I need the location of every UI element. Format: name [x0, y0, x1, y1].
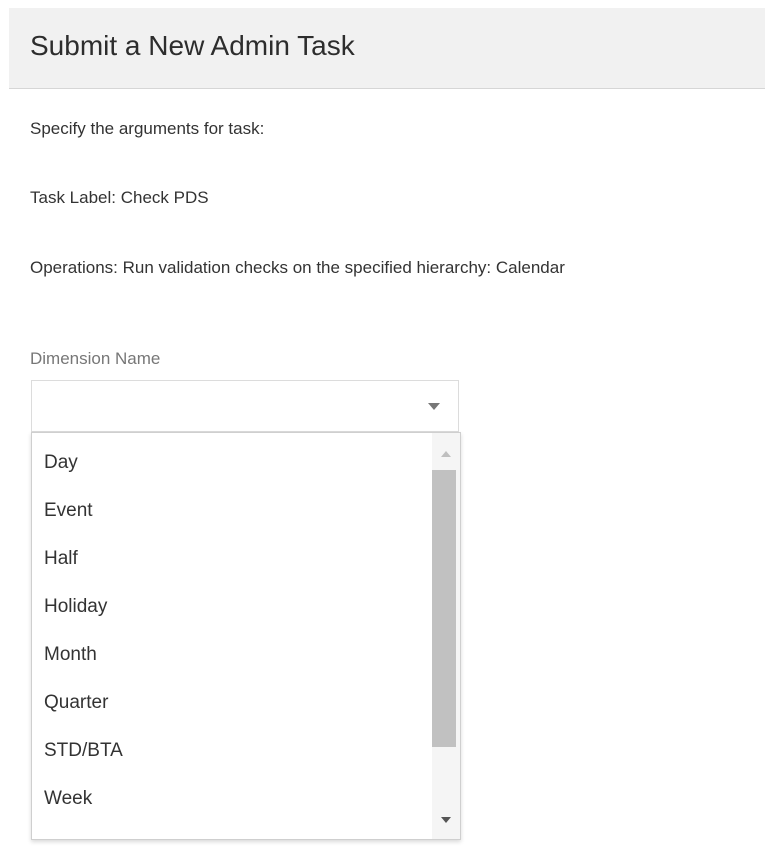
scroll-up-arrow-icon[interactable]	[441, 451, 451, 457]
dropdown-option-holiday[interactable]: Holiday	[32, 587, 430, 635]
dropdown-option-month[interactable]: Month	[32, 635, 430, 683]
dropdown-option-quarter[interactable]: Quarter	[32, 683, 430, 731]
dropdown-option-event[interactable]: Event	[32, 491, 430, 539]
task-label-text: Task Label: Check PDS	[30, 188, 209, 207]
page-title: Submit a New Admin Task	[30, 30, 355, 61]
operations-text: Operations: Run validation checks on the…	[30, 258, 565, 277]
dropdown-option-half[interactable]: Half	[32, 539, 430, 587]
dimension-dropdown-list[interactable]: Day Event Half Holiday Month Quarter STD…	[31, 432, 461, 840]
scrollbar-thumb[interactable]	[432, 470, 456, 747]
dropdown-option-week[interactable]: Week	[32, 779, 430, 827]
dialog-header: Submit a New Admin Task	[9, 8, 765, 89]
dropdown-option-std-bta[interactable]: STD/BTA	[32, 731, 430, 779]
dimension-name-label: Dimension Name	[30, 349, 161, 368]
intro-text: Specify the arguments for task:	[30, 119, 265, 138]
dropdown-scrollbar[interactable]	[432, 433, 460, 839]
dimension-name-select[interactable]	[31, 380, 459, 432]
scroll-down-arrow-icon[interactable]	[441, 817, 451, 823]
chevron-down-icon[interactable]	[428, 403, 440, 410]
dropdown-options: Day Event Half Holiday Month Quarter STD…	[32, 443, 430, 827]
dropdown-option-day[interactable]: Day	[32, 443, 430, 491]
